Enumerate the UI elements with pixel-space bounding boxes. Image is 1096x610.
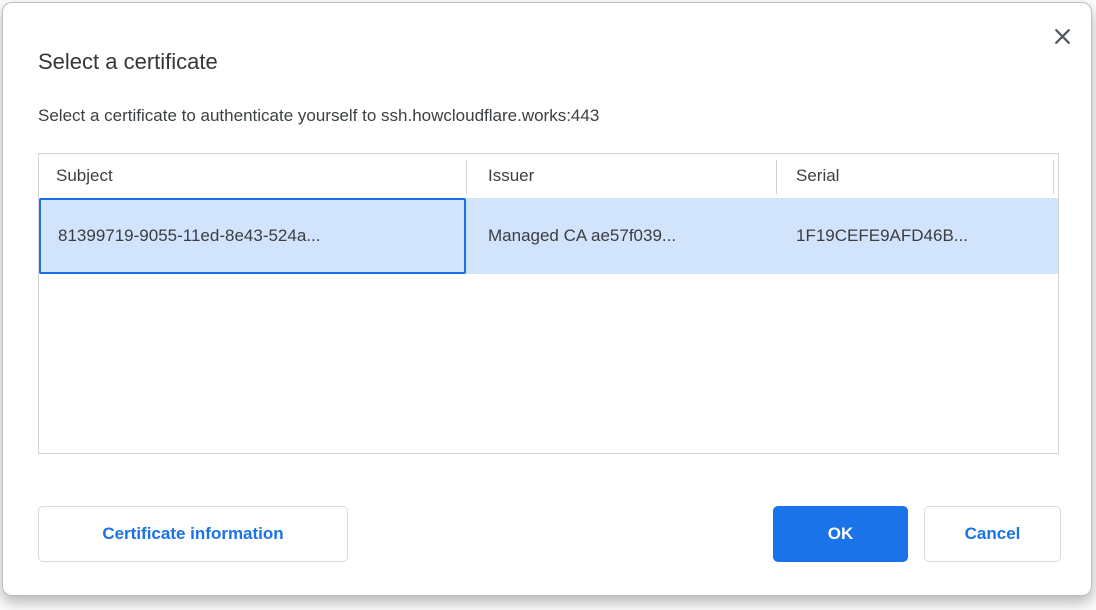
close-button[interactable] [1047, 21, 1077, 51]
column-header-issuer: Issuer [466, 166, 776, 186]
cell-issuer[interactable]: Managed CA ae57f039... [466, 198, 776, 274]
ok-button[interactable]: OK [773, 506, 908, 562]
certificate-row-selected[interactable]: 81399719-9055-11ed-8e43-524a... Managed … [39, 198, 1058, 274]
cell-subject[interactable]: 81399719-9055-11ed-8e43-524a... [39, 198, 466, 274]
column-divider [776, 160, 777, 194]
cell-serial[interactable]: 1F19CEFE9AFD46B... [776, 198, 1058, 274]
certificate-select-dialog: Select a certificate Select a certificat… [2, 2, 1092, 596]
table-empty-area [39, 274, 1058, 453]
table-header-row: Subject Issuer Serial [39, 154, 1058, 198]
close-icon [1054, 28, 1071, 45]
column-divider [1053, 160, 1054, 194]
dialog-title: Select a certificate [38, 47, 218, 77]
certificate-information-button[interactable]: Certificate information [38, 506, 348, 562]
column-header-subject: Subject [39, 166, 466, 186]
dialog-subtitle: Select a certificate to authenticate you… [38, 104, 599, 128]
column-header-serial: Serial [776, 166, 1058, 186]
cancel-button[interactable]: Cancel [924, 506, 1061, 562]
certificate-table: Subject Issuer Serial 81399719-9055-11ed… [38, 153, 1059, 454]
column-divider [466, 160, 467, 194]
